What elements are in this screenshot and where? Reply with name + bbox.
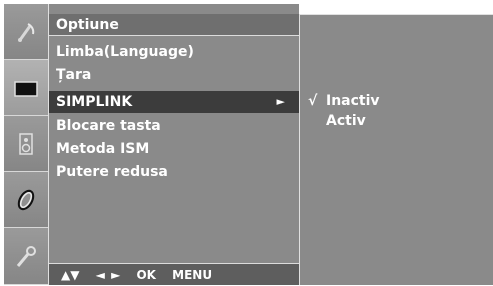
submenu-option-label: Activ xyxy=(326,113,366,129)
speaker-icon xyxy=(19,133,33,155)
rail-cell-picture[interactable] xyxy=(4,60,48,116)
submenu-option-active[interactable]: Activ xyxy=(308,111,366,131)
option-menu-panel: Optiune Limba(Language) Țara SIMPLINK ► … xyxy=(48,4,299,285)
menu-hint: MENU xyxy=(172,268,213,282)
menu-item-label: Blocare tasta xyxy=(56,118,161,134)
menu-item-simplink[interactable]: SIMPLINK ► xyxy=(49,91,299,113)
navigation-hint-bar: ▲▼ ◄ ► OK MENU xyxy=(49,263,299,285)
option-icon xyxy=(16,246,36,267)
submenu-option-inactive[interactable]: √ Inactiv xyxy=(308,91,380,111)
menu-item-key-lock[interactable]: Blocare tasta xyxy=(49,115,299,137)
simplink-submenu: √ Inactiv Activ xyxy=(299,14,493,285)
menu-item-label: Țara xyxy=(56,67,92,83)
menu-item-label: Limba(Language) xyxy=(56,44,194,60)
menu-item-ism-method[interactable]: Metoda ISM xyxy=(49,138,299,160)
clock-icon xyxy=(17,189,35,211)
rail-cell-audio[interactable] xyxy=(4,116,48,172)
menu-item-label: Metoda ISM xyxy=(56,141,150,157)
menu-item-power-saving[interactable]: Putere redusa xyxy=(49,161,299,183)
menu-item-country[interactable]: Țara xyxy=(49,64,299,86)
tv-osd-menu: Optiune Limba(Language) Țara SIMPLINK ► … xyxy=(0,0,493,285)
checkmark-icon: √ xyxy=(308,93,318,109)
menu-title: Optiune xyxy=(49,14,299,36)
submenu-option-label: Inactiv xyxy=(326,93,380,109)
category-rail xyxy=(4,4,48,285)
menu-item-label: Putere redusa xyxy=(56,164,168,180)
ok-hint: OK xyxy=(136,268,156,282)
rail-cell-channel[interactable] xyxy=(4,4,48,60)
menu-item-language[interactable]: Limba(Language) xyxy=(49,41,299,63)
screen-icon xyxy=(14,81,38,97)
arrow-right-icon: ► xyxy=(276,95,285,108)
rail-cell-option[interactable] xyxy=(4,228,48,285)
menu-item-label: SIMPLINK xyxy=(56,94,133,110)
satellite-dish-icon xyxy=(18,23,35,42)
rail-cell-time[interactable] xyxy=(4,172,48,228)
leftright-arrows-icon: ◄ ► xyxy=(95,268,121,282)
updown-arrows-icon: ▲▼ xyxy=(61,268,80,282)
